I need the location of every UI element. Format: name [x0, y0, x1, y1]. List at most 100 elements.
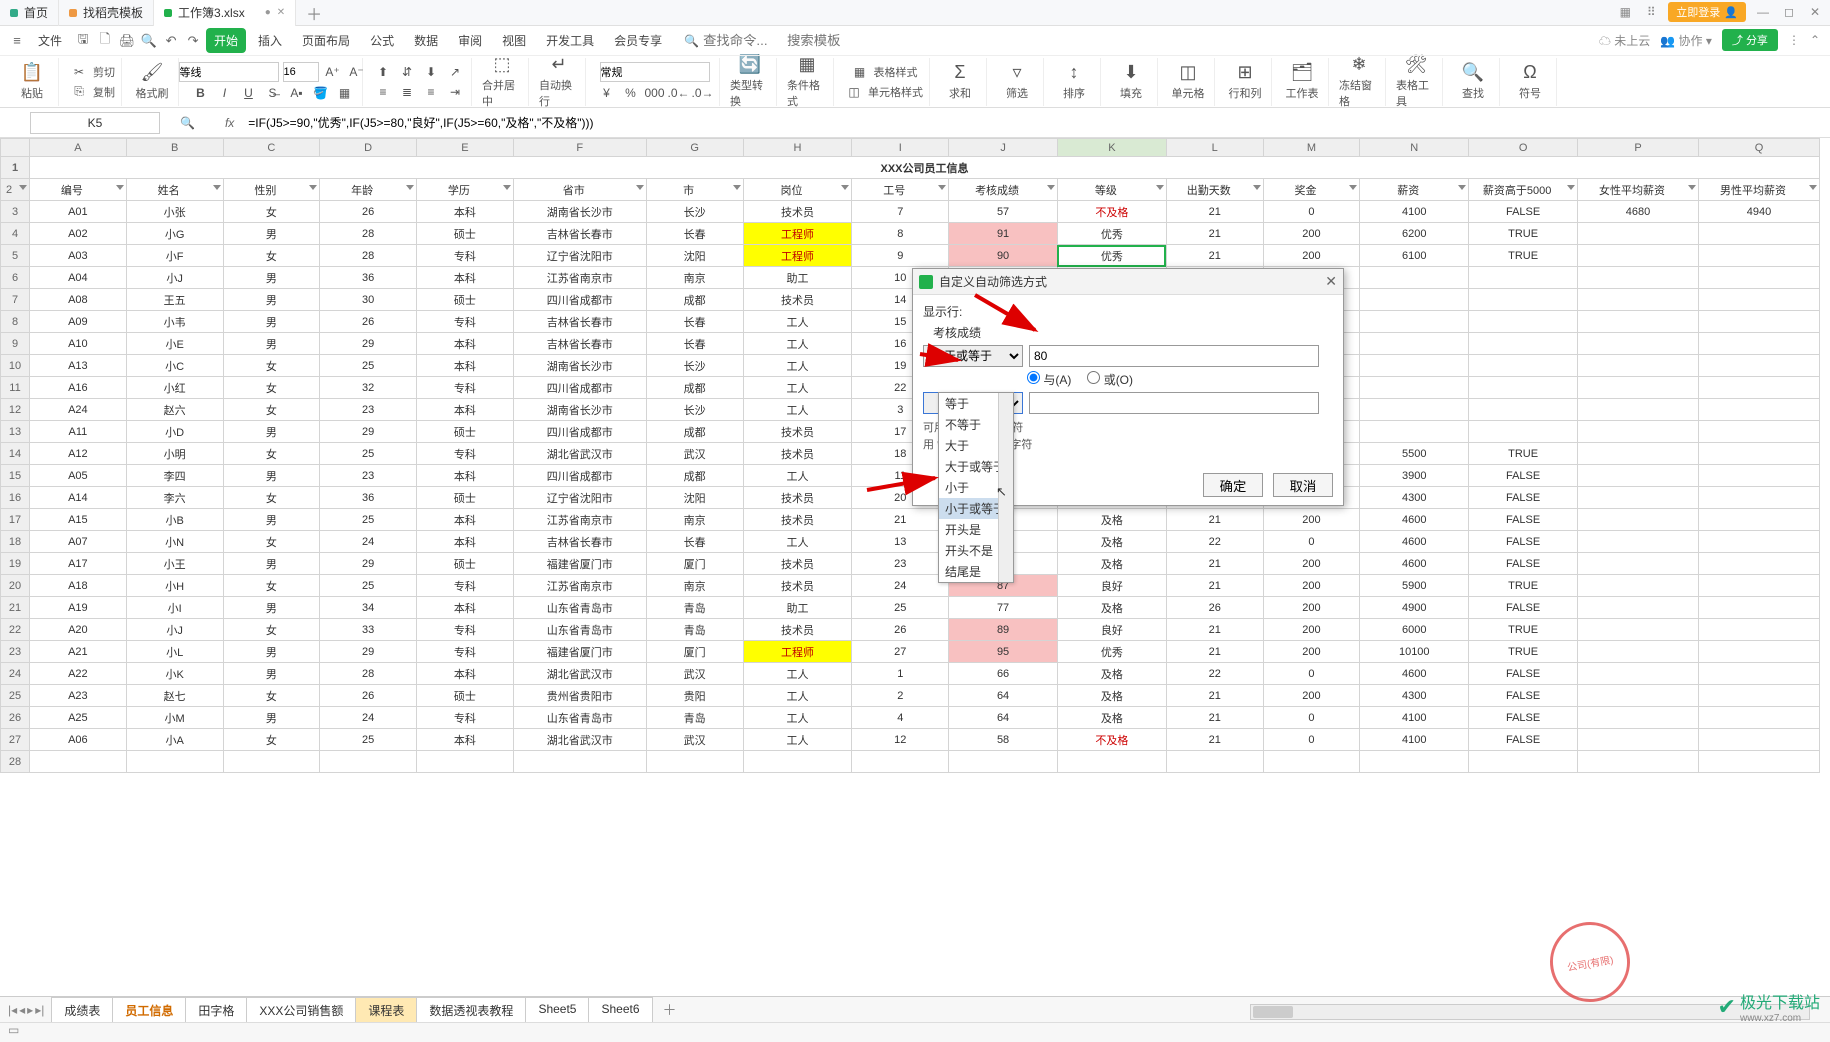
cell[interactable]: [1698, 597, 1819, 619]
cell[interactable]: 28: [320, 223, 417, 245]
cell[interactable]: 10100: [1360, 641, 1469, 663]
cell[interactable]: 男: [223, 333, 320, 355]
cell[interactable]: 5900: [1360, 575, 1469, 597]
sheet-tab[interactable]: Sheet6: [588, 997, 652, 1023]
cell[interactable]: A22: [30, 663, 127, 685]
tab-last-icon[interactable]: ▸|: [35, 1003, 44, 1017]
cell[interactable]: 21: [1166, 553, 1263, 575]
cell[interactable]: 江苏省南京市: [513, 267, 646, 289]
cell[interactable]: FALSE: [1469, 729, 1578, 751]
font-color-button[interactable]: A▪: [287, 84, 307, 102]
cell[interactable]: 专科: [417, 641, 514, 663]
cell[interactable]: 小B: [126, 509, 223, 531]
cond-format-button[interactable]: ▦条件格式: [787, 54, 827, 109]
cell[interactable]: FALSE: [1469, 707, 1578, 729]
cell[interactable]: 小C: [126, 355, 223, 377]
strike-button[interactable]: S̶: [263, 84, 283, 102]
dec-inc-icon[interactable]: .0←: [669, 84, 689, 102]
cell[interactable]: 200: [1263, 685, 1360, 707]
sheet-tab[interactable]: Sheet5: [525, 997, 589, 1023]
and-radio[interactable]: 与(A): [1027, 371, 1071, 388]
symbol-button[interactable]: Ω符号: [1510, 62, 1550, 101]
cell[interactable]: [1578, 399, 1699, 421]
column-header[interactable]: 工号: [852, 179, 949, 201]
cell[interactable]: 男: [223, 223, 320, 245]
cell[interactable]: [1360, 399, 1469, 421]
cell[interactable]: 长沙: [646, 355, 743, 377]
cell[interactable]: [1578, 729, 1699, 751]
cell[interactable]: 4600: [1360, 663, 1469, 685]
cell[interactable]: 男: [223, 267, 320, 289]
cell[interactable]: 21: [1166, 509, 1263, 531]
cell[interactable]: 7: [852, 201, 949, 223]
orient-icon[interactable]: ↗: [445, 63, 465, 81]
column-header[interactable]: 薪资高于5000: [1469, 179, 1578, 201]
cell[interactable]: 湖南省长沙市: [513, 355, 646, 377]
column-header[interactable]: 学历: [417, 179, 514, 201]
cell[interactable]: 女: [223, 575, 320, 597]
dropdown-item[interactable]: 等于: [939, 393, 1013, 414]
cell[interactable]: 不及格: [1057, 201, 1166, 223]
cell[interactable]: [1698, 729, 1819, 751]
cell[interactable]: 福建省厦门市: [513, 641, 646, 663]
cell[interactable]: 助工: [743, 267, 852, 289]
cell[interactable]: 厦门: [646, 641, 743, 663]
align-bot-icon[interactable]: ⬇: [421, 63, 441, 81]
cell[interactable]: 硕士: [417, 685, 514, 707]
table-row[interactable]: 10A13小C女25本科湖南省长沙市长沙工人1987良好: [1, 355, 1820, 377]
cell[interactable]: 男: [223, 421, 320, 443]
wrap-button[interactable]: ↵自动换行: [539, 54, 579, 109]
cell[interactable]: 本科: [417, 729, 514, 751]
cell[interactable]: 本科: [417, 509, 514, 531]
cell[interactable]: 小H: [126, 575, 223, 597]
cell[interactable]: 硕士: [417, 289, 514, 311]
number-format-select[interactable]: [600, 62, 710, 82]
cell[interactable]: 男: [223, 707, 320, 729]
filter-button[interactable]: ▿筛选: [997, 62, 1037, 101]
undo-icon[interactable]: ↶: [162, 33, 180, 49]
table-row[interactable]: 26A25小M男24专科山东省青岛市青岛工人464及格2104100FALSE: [1, 707, 1820, 729]
cell[interactable]: [1698, 465, 1819, 487]
cell[interactable]: FALSE: [1469, 663, 1578, 685]
cell[interactable]: 专科: [417, 707, 514, 729]
dropdown-item[interactable]: 大于: [939, 435, 1013, 456]
tab-review[interactable]: 审阅: [450, 28, 490, 53]
cell[interactable]: 工人: [743, 311, 852, 333]
table-row[interactable]: 23A21小L男29专科福建省厦门市厦门工程师2795优秀2120010100T…: [1, 641, 1820, 663]
cell[interactable]: 24: [320, 531, 417, 553]
cell[interactable]: FALSE: [1469, 509, 1578, 531]
cell[interactable]: 江苏省南京市: [513, 509, 646, 531]
find-button[interactable]: 🔍查找: [1453, 62, 1493, 101]
cell[interactable]: 0: [1263, 201, 1360, 223]
cell[interactable]: 27: [852, 641, 949, 663]
cell[interactable]: 95: [949, 641, 1058, 663]
cell[interactable]: 专科: [417, 311, 514, 333]
cell[interactable]: 21: [1166, 575, 1263, 597]
save-icon[interactable]: 🖫: [74, 30, 92, 52]
cell[interactable]: [1469, 311, 1578, 333]
cell[interactable]: 女: [223, 487, 320, 509]
cell[interactable]: [1578, 487, 1699, 509]
cell[interactable]: 女: [223, 399, 320, 421]
cell[interactable]: 及格: [1057, 685, 1166, 707]
cell[interactable]: [1698, 531, 1819, 553]
table-row[interactable]: 7A08王五男30硕士四川省成都市成都技术员1464及格: [1, 289, 1820, 311]
cell[interactable]: 男: [223, 311, 320, 333]
cell[interactable]: 0: [1263, 707, 1360, 729]
cell[interactable]: 4300: [1360, 685, 1469, 707]
align-top-icon[interactable]: ⬆: [373, 63, 393, 81]
cell[interactable]: 21: [852, 509, 949, 531]
cell[interactable]: 24: [320, 707, 417, 729]
cell[interactable]: 优秀: [1057, 641, 1166, 663]
close-icon[interactable]: ✕: [277, 7, 285, 18]
dropdown-item[interactable]: 大于或等于: [939, 456, 1013, 477]
cell[interactable]: 长春: [646, 531, 743, 553]
cell[interactable]: 及格: [1057, 553, 1166, 575]
cell[interactable]: 工人: [743, 465, 852, 487]
cell[interactable]: 及格: [1057, 509, 1166, 531]
cell[interactable]: 22: [1166, 531, 1263, 553]
cell[interactable]: 武汉: [646, 729, 743, 751]
close-window-button[interactable]: ✕: [1806, 5, 1824, 19]
cell[interactable]: 小G: [126, 223, 223, 245]
formula-input[interactable]: [244, 112, 1830, 134]
